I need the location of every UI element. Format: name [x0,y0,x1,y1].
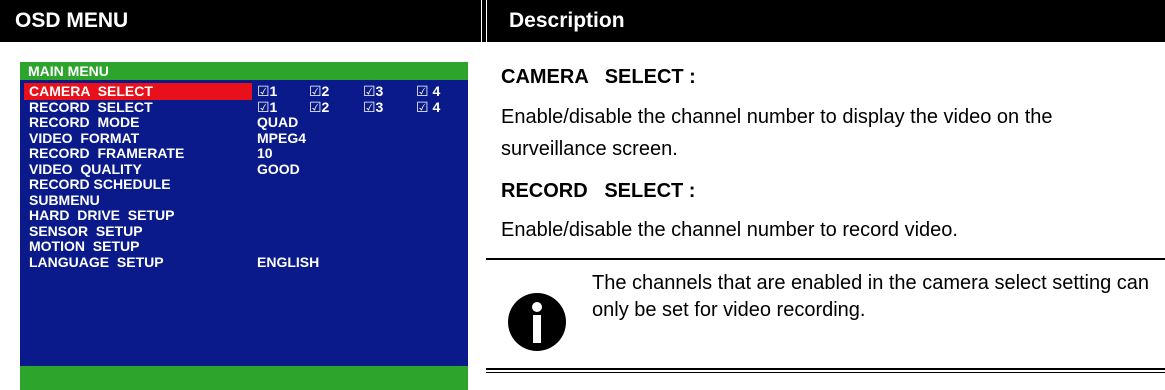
channel-checkbox[interactable]: ☑2 [309,83,329,99]
osd-item-value[interactable]: 10 [257,145,273,161]
osd-menu-header-label: OSD MENU [15,9,129,32]
osd-menu-item[interactable]: HARD DRIVE SETUP [20,207,468,223]
osd-item-value[interactable]: GOOD [257,161,300,177]
note-top-rule [486,258,1165,260]
osd-item-label: SUBMENU [29,191,100,208]
osd-item-label: VIDEO QUALITY [29,160,142,177]
channel-checkbox[interactable]: ☑3 [363,83,383,99]
note-bottom-rule [486,368,1165,370]
osd-item-label: RECORD MODE [29,114,140,130]
camera-select-description: Enable/disable the channel number to dis… [501,106,1053,160]
osd-item-label: RECORD SCHEDULE [29,176,171,192]
osd-menu-item[interactable]: VIDEO FORMAT MPEG4 [20,130,468,146]
osd-item-label: HARD DRIVE SETUP [29,207,175,223]
camera-select-heading: CAMERA SELECT : [501,66,696,88]
osd-item-label: MOTION SETUP [29,238,140,254]
info-icon [508,293,566,351]
osd-menu-item[interactable]: MOTION SETUP [20,238,468,254]
channel-checkbox[interactable]: ☑1 [257,99,277,115]
channel-checkbox[interactable]: ☑1 [257,83,277,99]
osd-menu-item[interactable]: CAMERA SELECT ☑1 ☑2 ☑3 ☑ 4 [20,83,468,100]
osd-menu-item[interactable]: VIDEO QUALITY GOOD [20,161,468,177]
osd-item-label: CAMERA SELECT [29,83,153,99]
osd-item-label: RECORD FRAMERATE [29,145,185,161]
osd-menu-item[interactable]: LANGUAGE SETUP ENGLISH [20,254,468,270]
description-header-label: Description [509,9,625,32]
channel-checkbox[interactable]: ☑ 4 [416,83,440,99]
osd-menu-header: OSD MENU [0,0,481,42]
osd-item-value[interactable]: QUAD [257,114,298,130]
record-select-heading: RECORD SELECT : [501,180,696,202]
osd-menu-title: MAIN MENU [20,62,468,80]
channel-checkbox[interactable]: ☑ 4 [416,99,440,115]
header-divider [482,0,486,42]
osd-item-label: LANGUAGE SETUP [29,253,164,270]
osd-menu-item[interactable]: SENSOR SETUP [20,223,468,239]
note-bottom-rule-thin [486,372,1165,373]
osd-item-value[interactable]: MPEG4 [257,130,306,146]
osd-item-label: VIDEO FORMAT [29,129,140,146]
osd-item-value[interactable]: ENGLISH [257,254,319,270]
osd-item-label: RECORD SELECT [29,98,153,115]
osd-menu-item[interactable]: SUBMENU [20,192,468,208]
osd-menu-item[interactable]: RECORD FRAMERATE 10 [20,145,468,161]
osd-menu-item[interactable]: RECORD SELECT ☑1 ☑2 ☑3 ☑ 4 [20,99,468,115]
record-select-description: Enable/disable the channel number to rec… [501,219,958,241]
osd-main-menu: MAIN MENU CAMERA SELECT ☑1 ☑2 ☑3 ☑ 4 RECORD S… [20,62,468,390]
osd-menu-item[interactable]: RECORD SCHEDULE [20,176,468,192]
description-header: Description [487,0,1165,42]
osd-item-label: SENSOR SETUP [29,222,143,239]
note-text: The channels that are enabled in the cam… [592,272,1150,321]
channel-checkbox[interactable]: ☑3 [363,99,383,115]
osd-menu-item[interactable]: RECORD MODE QUAD [20,114,468,130]
channel-checkbox[interactable]: ☑2 [309,99,329,115]
osd-menu-footer-bar [20,366,468,390]
